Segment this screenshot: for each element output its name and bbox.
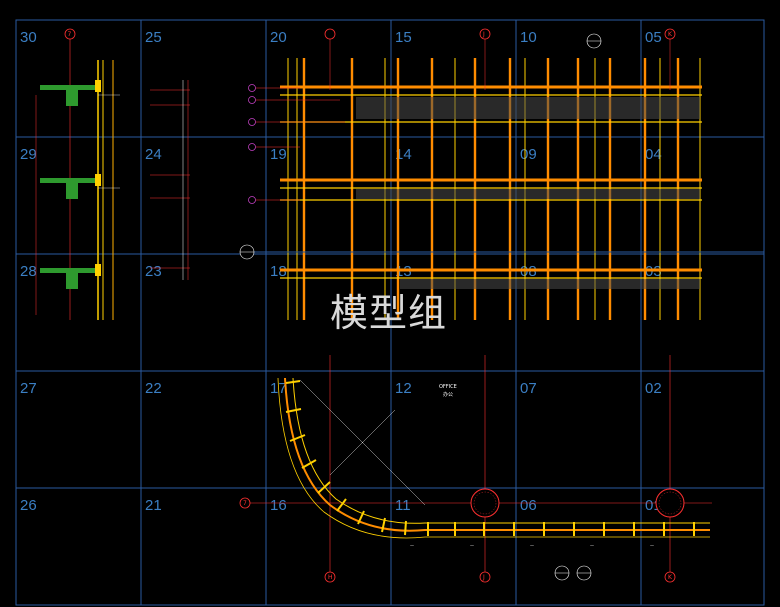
grid-cell-number: 24 — [145, 146, 162, 163]
grid-cell-number: 27 — [20, 380, 37, 397]
facade-elevation — [240, 30, 764, 320]
axis-bubble-icon — [239, 497, 676, 583]
svg-text:—: — — [530, 543, 534, 548]
grid-cell-number: 11 — [395, 497, 411, 514]
grid-cell-number: 02 — [645, 380, 662, 397]
svg-text:—: — — [590, 543, 594, 548]
grid-cell-number: 16 — [270, 497, 287, 514]
grid-cell-number: 07 — [520, 380, 537, 397]
grid-cell-number: 30 — [20, 29, 37, 46]
grid-cell-number: 05 — [645, 29, 662, 46]
grid-cell-number: 29 — [20, 146, 37, 163]
bubble-j-bottom: J — [482, 574, 485, 581]
bubble-j-top: J — [482, 31, 485, 38]
office-label-cn: 办公 — [443, 391, 453, 398]
level-dimension-detail — [150, 80, 190, 280]
grid-cell-number: 04 — [645, 146, 662, 163]
grid-cell-number: 21 — [145, 497, 162, 514]
grid-cell-number: 20 — [270, 29, 287, 46]
grid-cell-number: 09 — [520, 146, 537, 163]
svg-text:—: — — [650, 543, 654, 548]
grid-cell-number: 12 — [395, 380, 412, 397]
grid-cell-number: 23 — [145, 263, 162, 280]
bubble-h-bottom: H — [328, 574, 333, 581]
watermark: 模型组 — [330, 291, 448, 335]
grid-cell-number: 28 — [20, 263, 37, 280]
grid-cell-number: 10 — [520, 29, 537, 46]
svg-text:—: — — [470, 543, 474, 548]
grid-cell-number: 15 — [395, 29, 412, 46]
svg-text:—: — — [410, 543, 414, 548]
office-label-en: OFFICE — [439, 384, 457, 390]
grid-cell-number: 26 — [20, 497, 37, 514]
bubble-7-left: 7 — [243, 500, 247, 507]
bubble-7-top: 7 — [68, 31, 72, 38]
curtain-wall-plan: — — — — — OFFICE 办公 — [248, 355, 712, 575]
grid-cell-number: 19 — [270, 146, 287, 163]
grid-cell-number: 25 — [145, 29, 162, 46]
grid-cell-number: 22 — [145, 380, 162, 397]
grid-cell-number: 06 — [520, 497, 537, 514]
wall-section-detail — [35, 30, 120, 320]
